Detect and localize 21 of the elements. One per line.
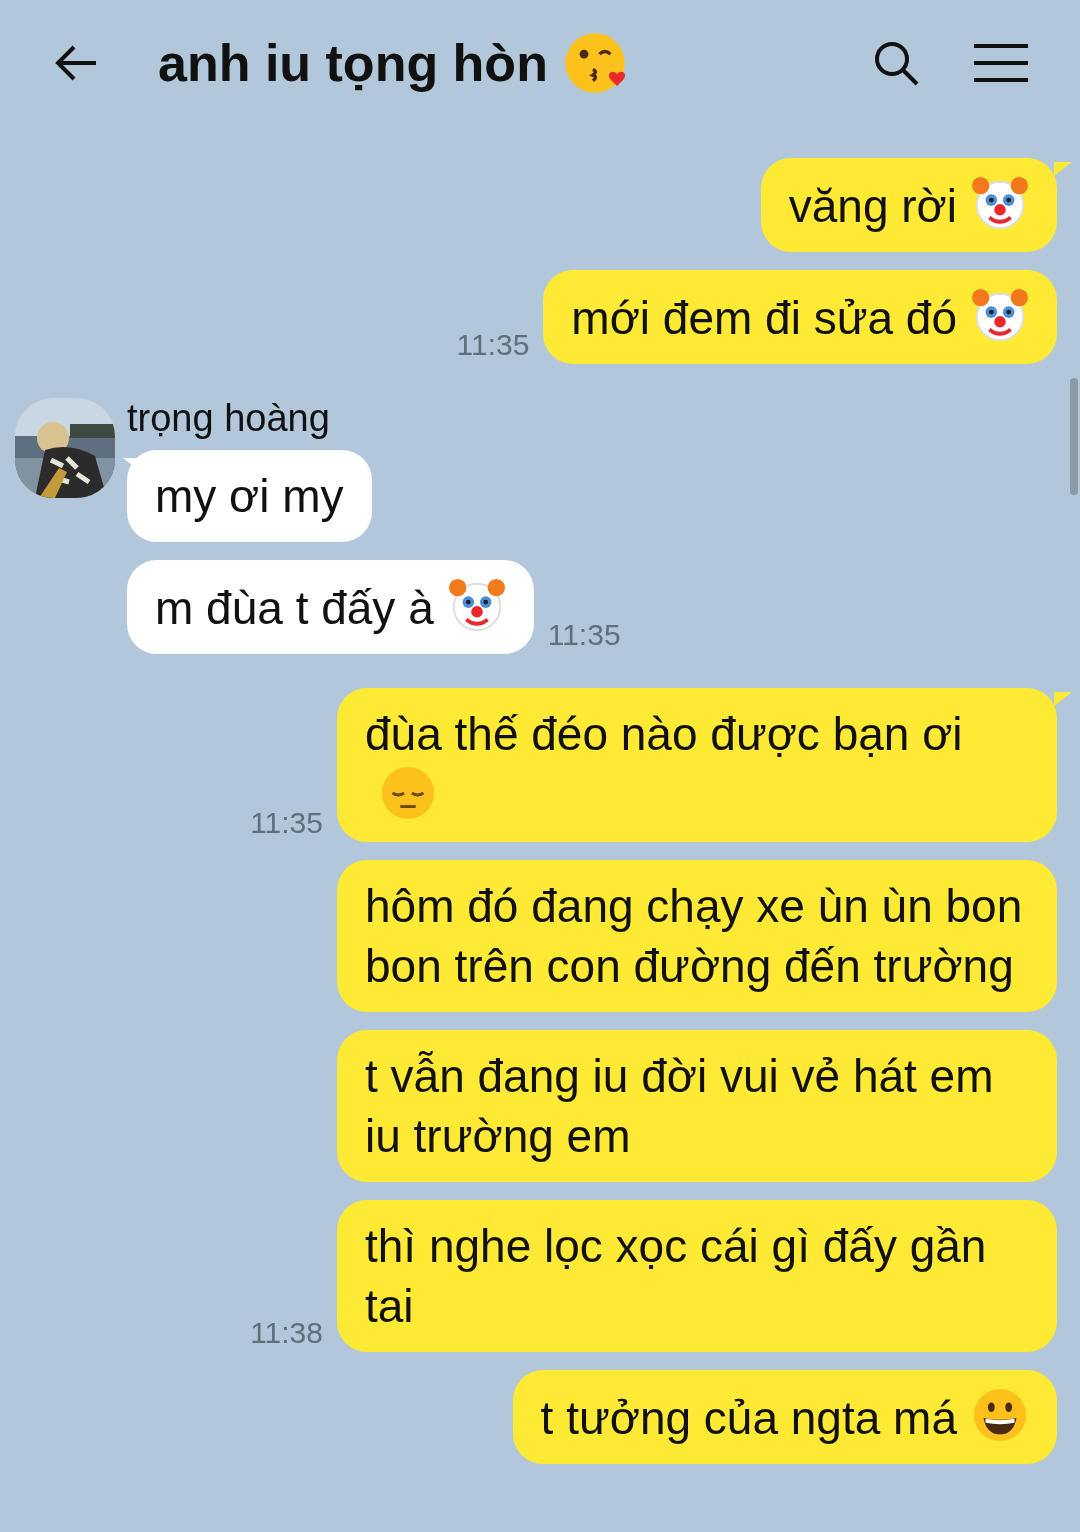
pensive-face-icon xyxy=(379,764,437,822)
message-bubble: thì nghe lọc xọc cái gì đấy gần tai xyxy=(337,1200,1057,1352)
message-bubble: my ơi my xyxy=(127,450,372,542)
message-time: 11:35 xyxy=(250,808,323,841)
clown-face-icon xyxy=(971,286,1029,344)
sender-name: trọng hoàng xyxy=(127,396,330,441)
message-bubble: m đùa t đấy à xyxy=(127,560,534,654)
clown-face-icon xyxy=(971,174,1029,232)
message-time: 11:35 xyxy=(547,620,621,653)
message-time: 11:38 xyxy=(250,1318,323,1351)
scrollbar[interactable] xyxy=(1070,378,1078,495)
message-bubble: đùa thế đéo nào được bạn ơi xyxy=(337,688,1057,842)
message-bubble: văng rời xyxy=(760,158,1057,252)
message-bubble: t vẫn đang iu đời vui vẻ hát em iu trường em xyxy=(337,1030,1057,1182)
message-time: 11:35 xyxy=(456,330,530,363)
message-bubble: t tưởng của ngta má xyxy=(512,1370,1057,1464)
clown-face-icon xyxy=(447,576,506,634)
menu-icon[interactable] xyxy=(974,42,1028,83)
message-bubble: hôm đó đang chạy xe ùn ùn bon bon trên con đường đến trường xyxy=(337,860,1057,1012)
grinning-face-icon xyxy=(971,1386,1029,1444)
message-bubble: mới đem đi sửa đó xyxy=(543,270,1057,364)
